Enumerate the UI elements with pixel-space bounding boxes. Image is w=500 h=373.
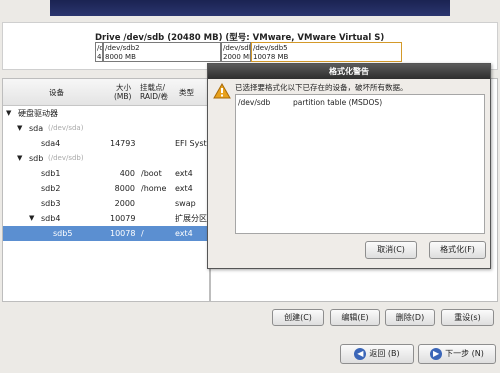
header-raid: RAID/卷	[140, 92, 169, 101]
segment-size: 8000 MB	[105, 53, 136, 61]
edit-button[interactable]: 编辑(E)	[330, 309, 380, 326]
cancel-button[interactable]: 取消(C)	[365, 241, 417, 259]
warning-icon	[213, 83, 231, 99]
table-row[interactable]: sda4 14793 EFI System Partition	[3, 136, 209, 151]
expand-arrow-icon[interactable]: ▼	[29, 211, 34, 226]
table-header: 设备 大小 (MB) 挂载点/ RAID/卷 类型	[3, 79, 209, 106]
dialog-title[interactable]: 格式化警告	[208, 64, 490, 79]
drive-segment-sdb2[interactable]: /dev/sdb2 8000 MB	[103, 42, 221, 62]
format-button[interactable]: 格式化(F)	[429, 241, 486, 259]
arrow-left-icon: ◀	[354, 347, 367, 360]
dialog-message: 已选择要格式化以下已存在的设备，破坏所有数据。	[235, 83, 408, 92]
segment-name: /d	[97, 44, 102, 52]
segment-size: 10078 MB	[253, 53, 289, 61]
drive-segment-sdb5[interactable]: /dev/sdb5 10078 MB	[251, 42, 402, 62]
next-label: 下一步 (N)	[445, 349, 484, 358]
table-row[interactable]: ▼ 硬盘驱动器	[3, 106, 209, 121]
back-button[interactable]: ◀ 返回 (B)	[340, 344, 414, 364]
arrow-right-icon: ▶	[430, 347, 443, 360]
header-size[interactable]: 大小	[116, 83, 131, 92]
table-row[interactable]: sdb1 400 /boot ext4	[3, 166, 209, 181]
table-row-selected[interactable]: sdb5 10078 / ext4	[3, 226, 209, 241]
table-row[interactable]: ▼ sda (/dev/sda)	[3, 121, 209, 136]
drive-segment-sdb1[interactable]: /d 4	[95, 42, 103, 62]
table-row[interactable]: sdb3 2000 swap	[3, 196, 209, 211]
table-row[interactable]: sdb2 8000 /home ext4	[3, 181, 209, 196]
header-type[interactable]: 类型	[179, 88, 194, 97]
segment-size: 4	[97, 53, 102, 61]
segment-name: /dev/sdb2	[105, 44, 140, 52]
device-list-item-description: partition table (MSDOS)	[293, 98, 383, 107]
table-row[interactable]: ▼ sdb (/dev/sdb)	[3, 151, 209, 166]
expand-arrow-icon[interactable]: ▼	[17, 151, 22, 166]
drive-segment-sdb3[interactable]: /dev/sdb 2000 MB	[221, 42, 251, 62]
expand-arrow-icon[interactable]: ▼	[6, 106, 11, 121]
header-size-unit: (MB)	[114, 92, 132, 101]
segment-name: /dev/sdb	[223, 44, 251, 52]
header-mount[interactable]: 挂载点/	[140, 83, 165, 92]
reset-button[interactable]: 重设(s)	[441, 309, 494, 326]
device-list-item-device: /dev/sdb	[238, 98, 271, 107]
header-device[interactable]: 设备	[49, 88, 64, 97]
back-label: 返回 (B)	[369, 349, 400, 358]
expand-arrow-icon[interactable]: ▼	[17, 121, 22, 136]
partition-table: 设备 大小 (MB) 挂载点/ RAID/卷 类型 ▼ 硬盘驱动器 ▼ sda …	[2, 78, 210, 302]
create-button[interactable]: 创建(C)	[272, 309, 324, 326]
segment-size: 2000 MB	[223, 53, 251, 61]
header-banner	[50, 0, 450, 16]
next-button[interactable]: ▶ 下一步 (N)	[418, 344, 496, 364]
segment-name: /dev/sdb5	[253, 44, 288, 52]
format-warning-dialog: 格式化警告 已选择要格式化以下已存在的设备，破坏所有数据。 /dev/sdb p…	[207, 63, 491, 269]
table-row[interactable]: ▼ sdb4 10079 扩展分区	[3, 211, 209, 226]
delete-button[interactable]: 删除(D)	[385, 309, 435, 326]
device-list: /dev/sdb partition table (MSDOS)	[235, 94, 485, 234]
